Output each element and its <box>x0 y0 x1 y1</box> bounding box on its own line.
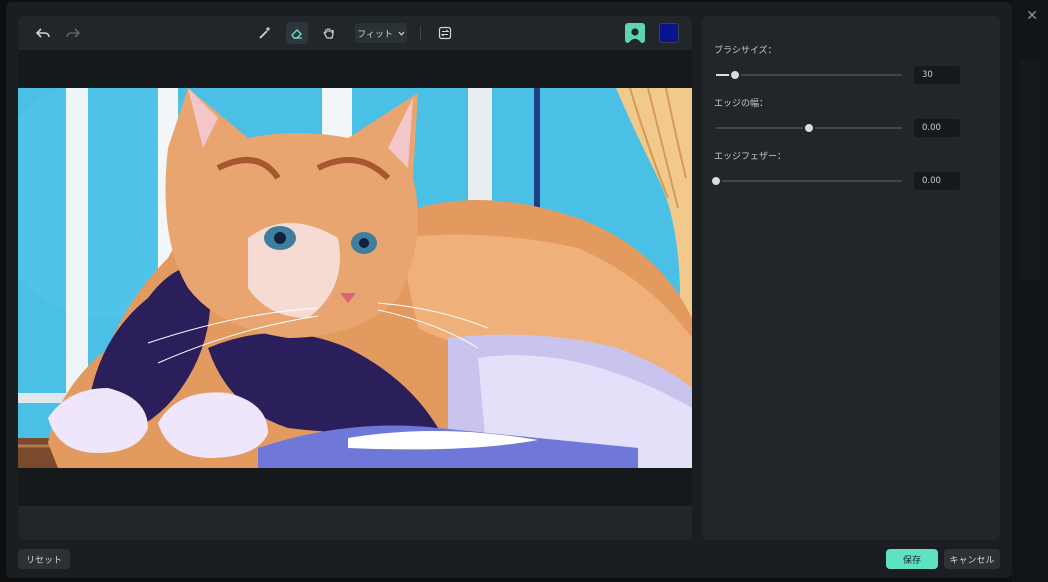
toolbar-divider <box>420 26 421 40</box>
reset-button[interactable]: リセット <box>18 549 70 569</box>
save-button[interactable]: 保存 <box>886 549 938 569</box>
timeline-strip <box>18 506 692 540</box>
edge-width-input[interactable]: 0.00 <box>914 119 960 137</box>
brush-size-input[interactable]: 30 <box>914 66 960 84</box>
edge-feather-thumb[interactable] <box>710 175 722 187</box>
edge-feather-slider[interactable] <box>710 175 902 187</box>
person-icon[interactable] <box>625 23 645 43</box>
editor-toolbar: フィット <box>18 16 692 50</box>
close-icon[interactable]: ✕ <box>1026 8 1038 24</box>
undo-icon[interactable] <box>32 22 54 44</box>
brush-size-slider[interactable] <box>716 69 902 81</box>
editor-area: フィット <box>18 16 692 540</box>
eraser-icon[interactable] <box>286 22 308 44</box>
edge-width-thumb[interactable] <box>803 122 815 134</box>
edge-width-label: エッジの幅： <box>714 99 769 109</box>
image-canvas[interactable] <box>18 88 692 468</box>
compare-icon[interactable] <box>434 22 456 44</box>
ai-portrait-dialog: フィット ブラシサイズ： 30 エッジの幅： 0.00 エッジフェザー： 0.0… <box>6 2 1012 578</box>
brush-plus-icon[interactable] <box>254 22 276 44</box>
properties-panel: ブラシサイズ： 30 エッジの幅： 0.00 エッジフェザー： 0.00 <box>702 16 1000 540</box>
brush-size-label: ブラシサイズ： <box>714 46 777 56</box>
mask-color-swatch[interactable] <box>659 23 679 43</box>
hand-icon[interactable] <box>318 22 340 44</box>
edge-feather-label: エッジフェザー： <box>714 152 787 162</box>
edge-width-slider[interactable] <box>716 122 902 134</box>
edge-feather-input[interactable]: 0.00 <box>914 172 960 190</box>
redo-icon[interactable] <box>62 22 84 44</box>
chevron-down-icon <box>398 31 405 36</box>
cat-photo <box>18 88 692 468</box>
brush-size-thumb[interactable] <box>728 69 741 81</box>
background-app-panel <box>1020 60 1040 280</box>
cancel-button[interactable]: キャンセル <box>944 549 1000 569</box>
zoom-fit-label: フィット <box>357 29 393 40</box>
zoom-fit-select[interactable]: フィット <box>355 23 407 43</box>
